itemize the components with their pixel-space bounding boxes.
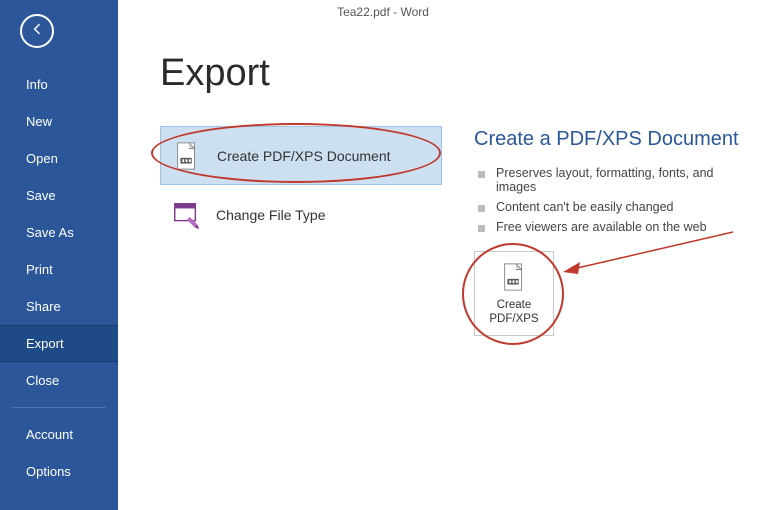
arrow-left-icon <box>29 21 45 42</box>
sidebar-item-export[interactable]: Export <box>0 325 118 362</box>
sidebar-item-info[interactable]: Info <box>0 66 118 103</box>
sidebar-item-new[interactable]: New <box>0 103 118 140</box>
details-panel: Create a PDF/XPS Document Preserves layo… <box>474 128 756 336</box>
sidebar-item-options[interactable]: Options <box>0 453 118 490</box>
sidebar-separator <box>12 407 106 408</box>
option-label: Change File Type <box>216 207 325 223</box>
sidebar-item-print[interactable]: Print <box>0 251 118 288</box>
sidebar-item-save[interactable]: Save <box>0 177 118 214</box>
sidebar-item-open[interactable]: Open <box>0 140 118 177</box>
create-pdf-xps-button[interactable]: Create PDF/XPS <box>474 251 554 336</box>
sidebar-item-share[interactable]: Share <box>0 288 118 325</box>
panel-title: Create a PDF/XPS Document <box>474 128 756 151</box>
change-file-type-icon <box>168 197 204 233</box>
backstage-sidebar: Info New Open Save Save As Print Share E… <box>0 0 118 510</box>
pdf-document-icon <box>169 138 205 174</box>
option-label: Create PDF/XPS Document <box>217 148 391 164</box>
bullet-item: Preserves layout, formatting, fonts, and… <box>474 163 756 197</box>
button-label-line1: Create <box>475 298 553 312</box>
option-change-file-type[interactable]: Change File Type <box>160 185 442 244</box>
pdf-document-icon <box>498 262 530 294</box>
panel-bullets: Preserves layout, formatting, fonts, and… <box>474 163 756 237</box>
bullet-item: Content can't be easily changed <box>474 197 756 217</box>
back-button[interactable] <box>20 14 54 48</box>
sidebar-item-saveas[interactable]: Save As <box>0 214 118 251</box>
bullet-item: Free viewers are available on the web <box>474 217 756 237</box>
button-label-line2: PDF/XPS <box>475 312 553 326</box>
sidebar-item-close[interactable]: Close <box>0 362 118 399</box>
export-options-list: Create PDF/XPS Document Change File Type <box>160 126 442 244</box>
main-panel: Export Create PDF/XPS Document <box>118 0 766 510</box>
sidebar-item-account[interactable]: Account <box>0 416 118 453</box>
option-create-pdf-xps[interactable]: Create PDF/XPS Document <box>160 126 442 185</box>
page-title: Export <box>160 52 766 95</box>
